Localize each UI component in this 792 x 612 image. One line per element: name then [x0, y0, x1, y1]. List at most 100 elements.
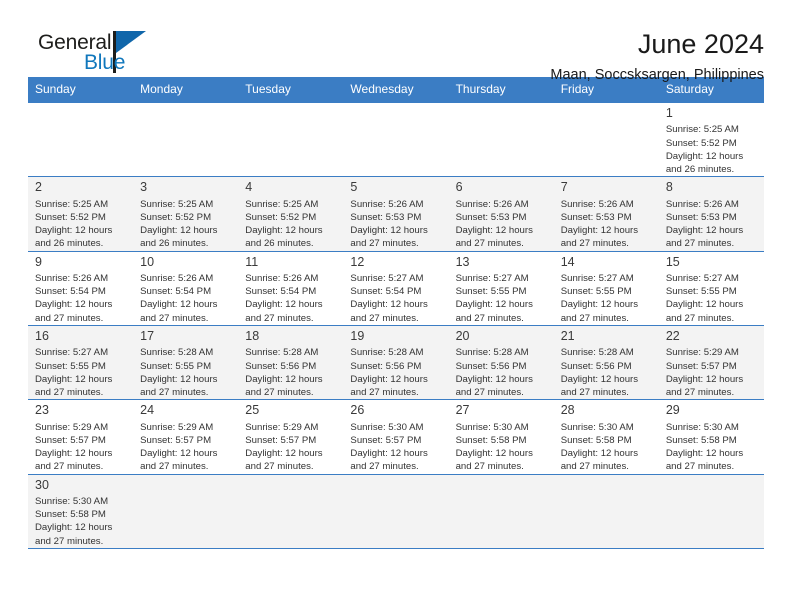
sunset-text: Sunset: 5:52 PM: [245, 211, 317, 223]
calendar-day-cell[interactable]: 22 Sunrise: 5:29 AM Sunset: 5:57 PM Dayligh…: [658, 324, 764, 400]
calendar-day-cell[interactable]: 19 Sunrise: 5:28 AM Sunset: 5:56 PM Dayligh…: [343, 324, 449, 400]
calendar-day-cell[interactable]: 10 Sunrise: 5:26 AM Sunset: 5:54 PM Dayligh…: [133, 250, 239, 326]
calendar-day-cell[interactable]: 23 Sunrise: 5:29 AM Sunset: 5:57 PM Dayligh…: [28, 399, 134, 475]
day-sun-info: Sunrise: 5:27 AM Sunset: 5:55 PM Daylight:…: [659, 271, 764, 325]
calendar-day-cell[interactable]: 11 Sunrise: 5:26 AM Sunset: 5:54 PM Dayligh…: [238, 250, 344, 326]
calendar-day-cell[interactable]: 26 Sunrise: 5:30 AM Sunset: 5:57 PM Dayligh…: [343, 399, 449, 475]
day-sun-info: Sunrise: 5:26 AM Sunset: 5:53 PM Daylight:…: [659, 197, 764, 251]
sunset-text: Sunset: 5:52 PM: [35, 211, 106, 223]
daylight-text-line1: Daylight: 12 hours: [455, 225, 533, 237]
sunset-text: Sunset: 5:57 PM: [245, 434, 317, 446]
general-blue-logo[interactable]: General Blue: [28, 30, 148, 78]
sunrise-text: Sunrise: 5:25 AM: [245, 198, 319, 210]
calendar-day-cell[interactable]: 3 Sunrise: 5:25 AM Sunset: 5:52 PM Daylight…: [133, 176, 239, 252]
daylight-text-line2: and 27 minutes.: [665, 387, 735, 399]
sunrise-text: Sunrise: 5:25 AM: [35, 198, 109, 210]
sunrise-text: Sunrise: 5:26 AM: [140, 273, 214, 284]
daylight-text-line1: Daylight: 12 hours: [140, 299, 218, 311]
calendar-day-cell-empty: [238, 473, 344, 549]
sunrise-text: Sunrise: 5:27 AM: [560, 273, 634, 284]
daylight-text-line1: Daylight: 12 hours: [350, 299, 428, 311]
calendar-day-cell[interactable]: 9 Sunrise: 5:26 AM Sunset: 5:54 PM Daylight…: [28, 250, 134, 326]
weekday-header-wednesday: Wednesday: [343, 77, 449, 103]
logo-text-blue: Blue: [84, 51, 126, 74]
daylight-text-line2: and 27 minutes.: [35, 461, 104, 473]
daylight-text-line1: Daylight: 12 hours: [455, 299, 533, 311]
daylight-text-line1: Daylight: 12 hours: [140, 225, 218, 237]
sunset-text: Sunset: 5:55 PM: [35, 360, 106, 372]
daylight-text-line1: Daylight: 12 hours: [560, 299, 639, 311]
day-number: 30: [35, 477, 49, 492]
calendar-day-cell[interactable]: 25 Sunrise: 5:29 AM Sunset: 5:57 PM Dayligh…: [238, 399, 344, 475]
calendar-week-row: 30 Sunrise: 5:30 AM Sunset: 5:58 PM Dayligh…: [28, 473, 764, 549]
sunrise-text: Sunrise: 5:30 AM: [35, 495, 109, 507]
calendar-day-cell[interactable]: 5 Sunrise: 5:26 AM Sunset: 5:53 PM Daylight…: [343, 176, 449, 252]
daylight-text-line2: and 26 minutes.: [665, 164, 735, 176]
calendar-body: 1 Sunrise: 5:25 AM Sunset: 5:52 PM Daylight…: [28, 101, 764, 549]
calendar-day-cell[interactable]: 27 Sunrise: 5:30 AM Sunset: 5:58 PM Dayligh…: [448, 399, 554, 475]
day-sun-info: Sunrise: 5:28 AM Sunset: 5:56 PM Daylight:…: [554, 345, 659, 399]
sunrise-text: Sunrise: 5:26 AM: [455, 198, 529, 210]
calendar-day-cell[interactable]: 21 Sunrise: 5:28 AM Sunset: 5:56 PM Dayligh…: [553, 324, 659, 400]
sunrise-text: Sunrise: 5:28 AM: [245, 347, 319, 359]
daylight-text-line1: Daylight: 12 hours: [665, 225, 744, 237]
daylight-text-line2: and 27 minutes.: [560, 312, 629, 324]
calendar-day-cell[interactable]: 2 Sunrise: 5:25 AM Sunset: 5:52 PM Daylight…: [28, 176, 134, 252]
daylight-text-line2: and 26 minutes.: [245, 238, 314, 250]
day-number: 5: [350, 180, 358, 195]
calendar-day-cell[interactable]: 7 Sunrise: 5:26 AM Sunset: 5:53 PM Daylight…: [553, 176, 659, 252]
calendar-day-cell[interactable]: 30 Sunrise: 5:30 AM Sunset: 5:58 PM Dayligh…: [28, 473, 134, 549]
day-sun-info: Sunrise: 5:29 AM Sunset: 5:57 PM Daylight:…: [28, 420, 133, 474]
daylight-text-line1: Daylight: 12 hours: [350, 225, 428, 237]
day-sun-info: Sunrise: 5:29 AM Sunset: 5:57 PM Daylight:…: [238, 420, 343, 474]
day-number: 29: [665, 403, 680, 418]
sunrise-text: Sunrise: 5:25 AM: [140, 198, 214, 210]
daylight-text-line1: Daylight: 12 hours: [560, 448, 639, 460]
sunrise-text: Sunrise: 5:26 AM: [245, 273, 319, 284]
daylight-text-line1: Daylight: 12 hours: [245, 448, 323, 460]
calendar-day-cell-empty: [553, 473, 659, 549]
calendar-day-cell[interactable]: 20 Sunrise: 5:28 AM Sunset: 5:56 PM Dayligh…: [448, 324, 554, 400]
calendar-day-cell[interactable]: 15 Sunrise: 5:27 AM Sunset: 5:55 PM Dayligh…: [658, 250, 764, 326]
sunset-text: Sunset: 5:53 PM: [560, 211, 632, 223]
sunset-text: Sunset: 5:57 PM: [665, 360, 737, 372]
day-number: 17: [140, 328, 155, 343]
calendar-day-cell[interactable]: 1 Sunrise: 5:25 AM Sunset: 5:52 PM Daylight…: [658, 101, 764, 177]
daylight-text-line1: Daylight: 12 hours: [35, 448, 113, 460]
day-number: 22: [665, 328, 680, 343]
calendar-day-cell[interactable]: 14 Sunrise: 5:27 AM Sunset: 5:55 PM Dayligh…: [553, 250, 659, 326]
sunset-text: Sunset: 5:53 PM: [455, 211, 527, 223]
daylight-text-line2: and 27 minutes.: [350, 461, 419, 473]
calendar-day-cell[interactable]: 6 Sunrise: 5:26 AM Sunset: 5:53 PM Daylight…: [448, 176, 554, 252]
daylight-text-line2: and 27 minutes.: [350, 387, 419, 399]
daylight-text-line2: and 27 minutes.: [350, 312, 419, 324]
sunset-text: Sunset: 5:55 PM: [560, 286, 632, 298]
sunrise-text: Sunrise: 5:26 AM: [350, 198, 424, 210]
sunrise-text: Sunrise: 5:26 AM: [35, 273, 109, 284]
calendar-day-cell[interactable]: 18 Sunrise: 5:28 AM Sunset: 5:56 PM Dayligh…: [238, 324, 344, 400]
daylight-text-line1: Daylight: 12 hours: [140, 373, 218, 385]
day-sun-info: Sunrise: 5:26 AM Sunset: 5:53 PM Daylight:…: [343, 197, 448, 251]
day-sun-info: Sunrise: 5:27 AM Sunset: 5:55 PM Daylight:…: [28, 345, 133, 399]
calendar-day-cell[interactable]: 28 Sunrise: 5:30 AM Sunset: 5:58 PM Dayligh…: [553, 399, 659, 475]
sunset-text: Sunset: 5:55 PM: [140, 360, 212, 372]
sunset-text: Sunset: 5:57 PM: [350, 434, 422, 446]
calendar-day-cell[interactable]: 24 Sunrise: 5:29 AM Sunset: 5:57 PM Dayligh…: [133, 399, 239, 475]
daylight-text-line2: and 27 minutes.: [245, 387, 314, 399]
calendar-day-cell[interactable]: 4 Sunrise: 5:25 AM Sunset: 5:52 PM Daylight…: [238, 176, 344, 252]
calendar-day-cell[interactable]: 8 Sunrise: 5:26 AM Sunset: 5:53 PM Daylight…: [658, 176, 764, 252]
sunrise-text: Sunrise: 5:27 AM: [350, 273, 424, 284]
calendar-day-cell[interactable]: 29 Sunrise: 5:30 AM Sunset: 5:58 PM Dayligh…: [658, 399, 764, 475]
day-sun-info: Sunrise: 5:28 AM Sunset: 5:56 PM Daylight:…: [343, 345, 448, 399]
weekday-header-tuesday: Tuesday: [238, 77, 344, 103]
calendar-day-cell[interactable]: 13 Sunrise: 5:27 AM Sunset: 5:55 PM Dayligh…: [448, 250, 554, 326]
day-number: 3: [140, 180, 148, 195]
sunset-text: Sunset: 5:53 PM: [350, 211, 422, 223]
sunrise-text: Sunrise: 5:28 AM: [560, 347, 634, 359]
sunset-text: Sunset: 5:54 PM: [350, 286, 422, 298]
sunrise-text: Sunrise: 5:28 AM: [140, 347, 214, 359]
calendar-day-cell[interactable]: 17 Sunrise: 5:28 AM Sunset: 5:55 PM Dayligh…: [133, 324, 239, 400]
calendar-day-cell-empty: [658, 473, 764, 549]
calendar-day-cell[interactable]: 12 Sunrise: 5:27 AM Sunset: 5:54 PM Dayligh…: [343, 250, 449, 326]
calendar-day-cell[interactable]: 16 Sunrise: 5:27 AM Sunset: 5:55 PM Dayligh…: [28, 324, 134, 400]
